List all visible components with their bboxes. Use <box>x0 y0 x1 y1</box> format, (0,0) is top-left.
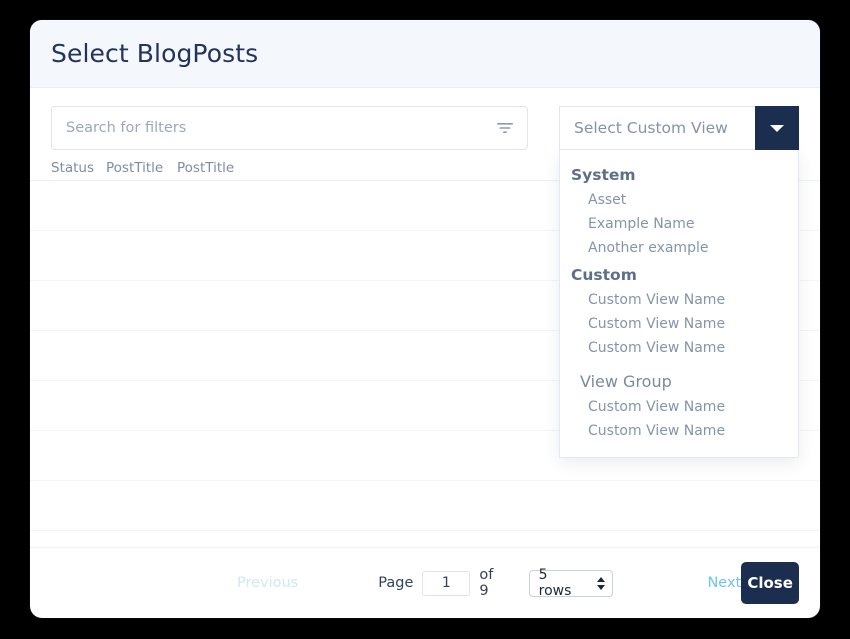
column-header-posttitle-2[interactable]: PostTitle <box>177 160 248 176</box>
custom-view-group-label: Custom <box>571 266 637 284</box>
page-label: Page <box>378 575 414 591</box>
page-total-label: of 9 <box>479 567 494 599</box>
chevron-down-icon <box>770 124 784 132</box>
filter-search-box[interactable] <box>51 106 528 150</box>
select-blogposts-modal: Select BlogPosts Select Custom View <box>30 20 820 618</box>
rows-per-page-value: 5 rows <box>538 567 572 599</box>
table-row[interactable] <box>30 481 820 531</box>
custom-view-option[interactable]: Custom View Name <box>560 312 798 336</box>
custom-view-select: Select Custom View System Asset Example … <box>559 106 799 458</box>
filter-icon[interactable] <box>495 118 515 138</box>
close-button[interactable]: Close <box>741 562 799 604</box>
custom-view-toggle-button[interactable] <box>755 106 799 150</box>
pagination: Previous Page of 9 5 rows Next <box>237 567 741 599</box>
custom-view-option[interactable]: Example Name <box>560 212 798 236</box>
custom-view-group-label: System <box>571 166 636 184</box>
column-header-posttitle-1[interactable]: PostTitle <box>106 160 177 176</box>
previous-page-button[interactable]: Previous <box>237 575 298 591</box>
custom-view-option[interactable]: Custom View Name <box>560 288 798 312</box>
custom-view-option[interactable]: Custom View Name <box>560 336 798 360</box>
custom-view-display[interactable]: Select Custom View <box>559 106 755 150</box>
screen: Select BlogPosts Select Custom View <box>0 0 850 639</box>
custom-view-group-label: View Group <box>580 372 672 391</box>
custom-view-option[interactable]: Asset <box>560 188 798 212</box>
search-input[interactable] <box>66 120 495 136</box>
toolbar: Select Custom View System Asset Example … <box>30 88 820 458</box>
modal-footer: Previous Page of 9 5 rows Next Close <box>30 547 820 618</box>
custom-view-option[interactable]: Custom View Name <box>560 395 798 419</box>
stepper-icon[interactable] <box>597 576 606 590</box>
page-title: Select BlogPosts <box>51 39 259 68</box>
custom-view-control[interactable]: Select Custom View <box>559 106 799 150</box>
next-page-button[interactable]: Next <box>707 575 741 591</box>
page-number-input[interactable] <box>422 570 471 596</box>
custom-view-menu: System Asset Example Name Another exampl… <box>559 150 799 458</box>
custom-view-option[interactable]: Another example <box>560 236 798 260</box>
custom-view-option[interactable]: Custom View Name <box>560 419 798 443</box>
modal-header: Select BlogPosts <box>30 20 820 88</box>
rows-per-page-select[interactable]: 5 rows <box>528 567 614 599</box>
column-header-status[interactable]: Status <box>51 160 106 176</box>
